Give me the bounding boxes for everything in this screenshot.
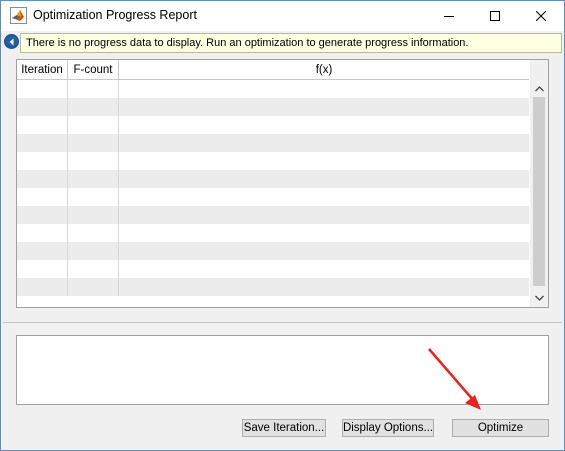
column-header-iteration[interactable]: Iteration xyxy=(17,60,68,80)
table-cell xyxy=(68,152,119,170)
save-iteration-button[interactable]: Save Iteration... xyxy=(242,419,326,437)
table-cell xyxy=(68,206,119,224)
table-cell xyxy=(68,260,119,278)
table-cell xyxy=(17,260,68,278)
panel-divider xyxy=(3,322,562,323)
table-cell xyxy=(17,224,68,242)
table-row[interactable] xyxy=(17,152,529,170)
table-row[interactable] xyxy=(17,170,529,188)
chevron-up-icon xyxy=(534,85,544,91)
table-cell xyxy=(119,152,529,170)
close-icon xyxy=(536,11,546,21)
column-header-f-count[interactable]: F-count xyxy=(68,60,119,80)
table-cell xyxy=(17,152,68,170)
table-cell xyxy=(17,278,68,296)
minimize-button[interactable] xyxy=(426,1,472,31)
title-bar[interactable]: Optimization Progress Report xyxy=(1,1,564,31)
table-header: Iteration F-count f(x) xyxy=(17,60,529,80)
maximize-icon xyxy=(490,11,500,21)
table-row[interactable] xyxy=(17,224,529,242)
chevron-left-icon xyxy=(9,38,14,45)
table-row[interactable] xyxy=(17,116,529,134)
column-header-fx[interactable]: f(x) xyxy=(119,60,529,80)
table-cell xyxy=(119,242,529,260)
scroll-thumb[interactable] xyxy=(533,97,545,286)
matlab-app-icon xyxy=(10,7,27,24)
table-cell xyxy=(119,170,529,188)
minimize-icon xyxy=(444,16,454,17)
table-cell xyxy=(119,134,529,152)
table-cell xyxy=(68,188,119,206)
table-cell xyxy=(68,80,119,98)
close-button[interactable] xyxy=(518,1,564,31)
table-cell xyxy=(68,134,119,152)
table-row[interactable] xyxy=(17,188,529,206)
table-cell xyxy=(17,116,68,134)
table-cell xyxy=(17,80,68,98)
table-cell xyxy=(68,170,119,188)
table-cell xyxy=(119,80,529,98)
window-title: Optimization Progress Report xyxy=(33,8,197,22)
table-cell xyxy=(119,224,529,242)
table-cell xyxy=(119,98,529,116)
chevron-down-icon xyxy=(534,295,544,301)
scroll-up-button[interactable] xyxy=(530,80,548,97)
table-row[interactable] xyxy=(17,260,529,278)
table-cell xyxy=(119,116,529,134)
table-cell xyxy=(17,134,68,152)
table-cell xyxy=(68,242,119,260)
scroll-down-button[interactable] xyxy=(530,289,548,306)
table-row[interactable] xyxy=(17,278,529,296)
vertical-scrollbar[interactable] xyxy=(530,60,548,307)
table-cell xyxy=(119,188,529,206)
table-row[interactable] xyxy=(17,134,529,152)
table-row[interactable] xyxy=(17,98,529,116)
table-cell xyxy=(119,260,529,278)
info-bar: There is no progress data to display. Ru… xyxy=(1,32,564,54)
table-cell xyxy=(17,188,68,206)
table-cell xyxy=(17,170,68,188)
table-row[interactable] xyxy=(17,242,529,260)
table-cell xyxy=(17,242,68,260)
progress-table: Iteration F-count f(x) xyxy=(16,59,549,308)
table-cell xyxy=(17,206,68,224)
output-text-area[interactable] xyxy=(16,335,549,405)
table-row[interactable] xyxy=(17,80,529,98)
info-message: There is no progress data to display. Ru… xyxy=(20,33,562,53)
table-cell xyxy=(68,278,119,296)
optimization-progress-window: Optimization Progress Report There is no… xyxy=(0,0,565,451)
table-row[interactable] xyxy=(17,206,529,224)
table-cell xyxy=(68,224,119,242)
table-cell xyxy=(68,116,119,134)
collapse-info-button[interactable] xyxy=(4,34,19,49)
table-cell xyxy=(68,98,119,116)
maximize-button[interactable] xyxy=(472,1,518,31)
table-body xyxy=(17,80,529,307)
table-cell xyxy=(119,278,529,296)
table-cell xyxy=(119,206,529,224)
optimize-button[interactable]: Optimize xyxy=(452,419,549,437)
table-cell xyxy=(17,98,68,116)
display-options-button[interactable]: Display Options... xyxy=(342,419,434,437)
